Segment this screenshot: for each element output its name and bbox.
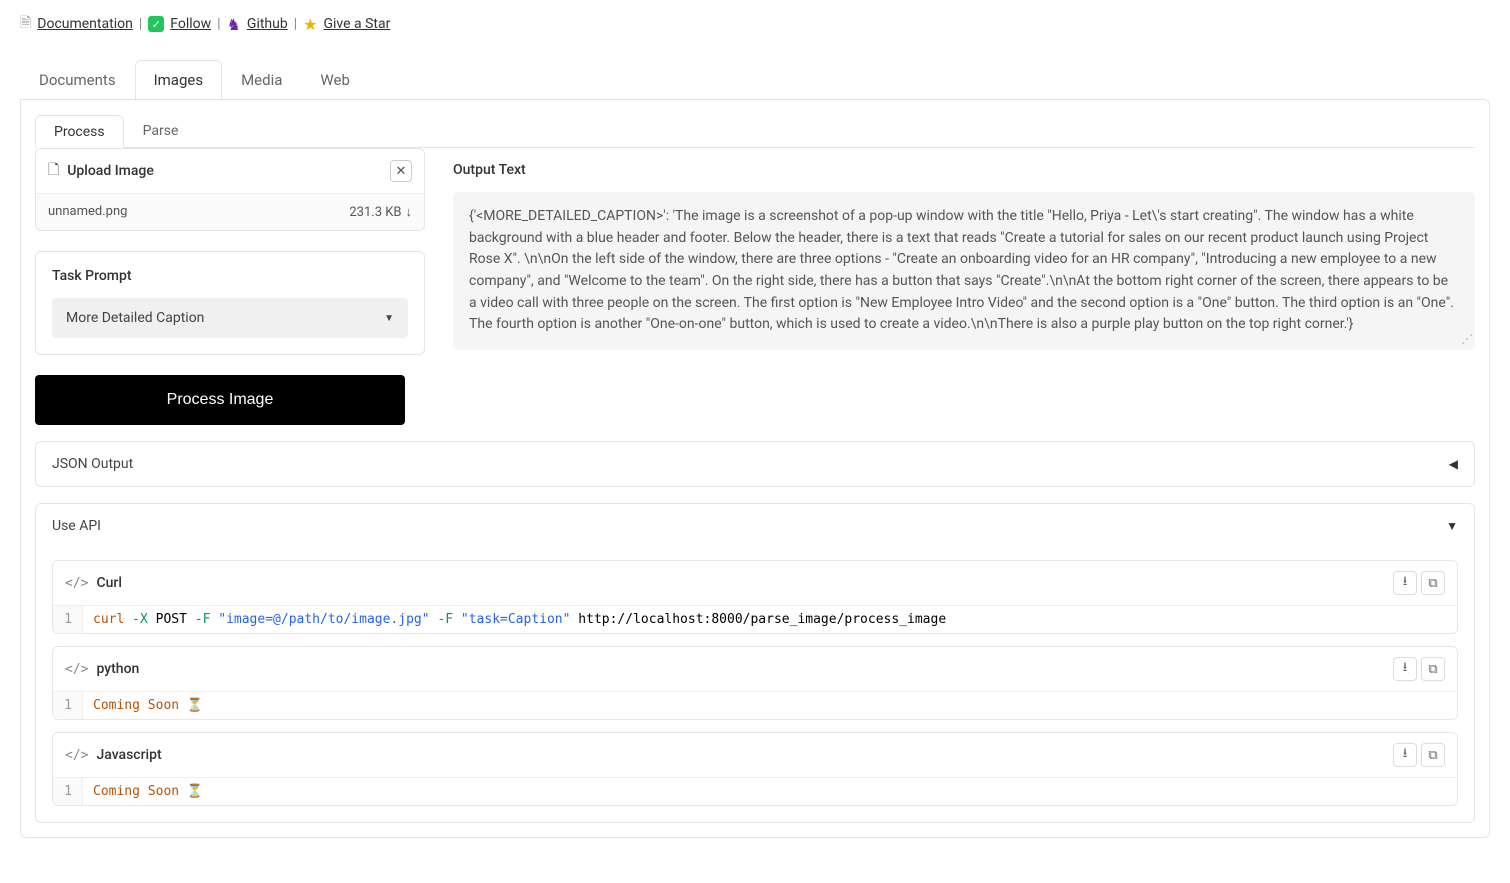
copy-code-button[interactable]: ⧉ <box>1421 743 1445 767</box>
resize-handle-icon[interactable]: ⋰ <box>1461 330 1473 349</box>
code-card-python: </> python ⭳ ⧉ 1 Coming Soon ⏳ <box>52 646 1458 720</box>
tab-parse[interactable]: Parse <box>124 114 198 147</box>
json-output-section: JSON Output ◀ <box>35 441 1475 487</box>
code-card-javascript: </> Javascript ⭳ ⧉ 1 Coming Soon ⏳ <box>52 732 1458 806</box>
task-prompt-select[interactable]: More Detailed Caption ▼ <box>52 298 408 338</box>
tab-documents[interactable]: Documents <box>20 60 135 99</box>
line-number: 1 <box>53 606 83 633</box>
code-lang-label: Javascript <box>96 747 161 763</box>
file-size: 231.3 KB <box>349 205 401 220</box>
hourglass-icon: ⏳ <box>187 784 203 799</box>
download-icon: ⭳ <box>1403 744 1408 766</box>
hourglass-icon: ⏳ <box>187 698 203 713</box>
task-prompt-value: More Detailed Caption <box>66 310 204 326</box>
copy-icon: ⧉ <box>1428 747 1437 763</box>
code-content[interactable]: Coming Soon ⏳ <box>83 778 1457 805</box>
download-code-button[interactable]: ⭳ <box>1393 571 1417 595</box>
download-icon: ⭳ <box>1403 658 1408 680</box>
download-icon: ⭳ <box>1403 572 1408 594</box>
code-content[interactable]: Coming Soon ⏳ <box>83 692 1457 719</box>
document-icon: 🗎 <box>20 12 31 36</box>
documentation-link[interactable]: Documentation <box>37 16 133 32</box>
separator: | <box>294 16 297 32</box>
output-label: Output Text <box>453 162 1475 178</box>
upload-title: Upload Image <box>67 163 154 179</box>
give-star-link[interactable]: Give a Star <box>323 16 390 32</box>
code-icon: </> <box>65 576 88 591</box>
download-code-button[interactable]: ⭳ <box>1393 743 1417 767</box>
clear-upload-button[interactable]: ✕ <box>390 160 412 182</box>
output-text[interactable]: {'<MORE_DETAILED_CAPTION>': 'The image i… <box>453 192 1475 350</box>
copy-icon: ⧉ <box>1428 661 1437 677</box>
code-content[interactable]: curl -X POST -F "image=@/path/to/image.j… <box>83 606 1457 633</box>
main-tabs: Documents Images Media Web <box>20 60 1490 99</box>
upload-box: 🗋 Upload Image ✕ unnamed.png 231.3 KB ↓ <box>35 148 425 231</box>
copy-code-button[interactable]: ⧉ <box>1421 571 1445 595</box>
tab-images[interactable]: Images <box>135 60 223 99</box>
separator: | <box>139 16 142 32</box>
use-api-header[interactable]: Use API ▼ <box>36 504 1474 548</box>
close-icon: ✕ <box>396 163 407 179</box>
output-text-content: {'<MORE_DETAILED_CAPTION>': 'The image i… <box>469 208 1454 332</box>
code-card-curl: </> Curl ⭳ ⧉ 1 curl -X POST -F "image=@/… <box>52 560 1458 634</box>
copy-icon: ⧉ <box>1428 575 1437 591</box>
use-api-title: Use API <box>52 518 101 534</box>
top-link-bar: 🗎 Documentation | ✓ Follow | ♞ Github | … <box>20 12 1490 36</box>
main-panel: Process Parse 🗋 Upload Image ✕ unnamed.p… <box>20 99 1490 838</box>
line-number: 1 <box>53 692 83 719</box>
separator: | <box>217 16 220 32</box>
line-number: 1 <box>53 778 83 805</box>
copy-code-button[interactable]: ⧉ <box>1421 657 1445 681</box>
use-api-section: Use API ▼ </> Curl ⭳ ⧉ 1 curl <box>35 503 1475 823</box>
tab-process[interactable]: Process <box>35 115 124 148</box>
code-icon: </> <box>65 748 88 763</box>
tab-web[interactable]: Web <box>301 60 368 99</box>
sub-tabs: Process Parse <box>35 114 1475 148</box>
json-output-header[interactable]: JSON Output ◀ <box>36 442 1474 486</box>
download-icon: ↓ <box>406 204 413 220</box>
tab-media[interactable]: Media <box>222 60 301 99</box>
download-code-button[interactable]: ⭳ <box>1393 657 1417 681</box>
check-icon: ✓ <box>148 16 164 32</box>
process-image-button[interactable]: Process Image <box>35 375 405 425</box>
follow-link[interactable]: Follow <box>170 16 211 32</box>
collapse-left-icon: ◀ <box>1449 457 1458 471</box>
github-link[interactable]: Github <box>247 16 288 32</box>
chevron-down-icon: ▼ <box>1446 519 1458 533</box>
json-output-title: JSON Output <box>52 456 133 472</box>
task-prompt-box: Task Prompt More Detailed Caption ▼ <box>35 251 425 355</box>
chevron-down-icon: ▼ <box>384 313 394 324</box>
github-icon: ♞ <box>227 15 241 34</box>
code-icon: </> <box>65 662 88 677</box>
file-name: unnamed.png <box>48 204 127 220</box>
file-icon: 🗋 <box>48 159 59 183</box>
star-icon: ★ <box>303 15 317 34</box>
code-lang-label: Curl <box>96 575 121 591</box>
code-lang-label: python <box>96 661 139 677</box>
file-row[interactable]: unnamed.png 231.3 KB ↓ <box>36 193 424 230</box>
task-prompt-label: Task Prompt <box>52 268 408 284</box>
